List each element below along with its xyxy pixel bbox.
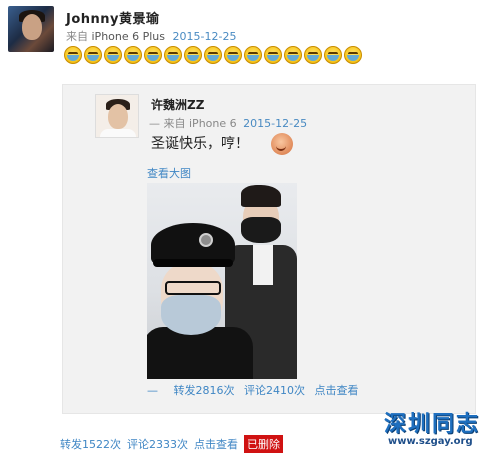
photo-cap-brim	[153, 259, 233, 267]
crying-laughing-emoji-icon	[264, 46, 282, 64]
crying-laughing-emoji-icon	[64, 46, 82, 64]
repost-via-prefix: — 来自	[149, 117, 186, 130]
reposted-post: 许魏洲ZZ — 来自 iPhone 6 2015-12-25 圣诞快乐，哼！ 查…	[62, 84, 476, 414]
post-date-link[interactable]: 2015-12-25	[173, 30, 237, 43]
photo-glasses	[165, 281, 221, 295]
avatar-face	[22, 14, 42, 40]
post-username[interactable]: Johnny黄景瑜	[66, 8, 160, 27]
comment-link[interactable]: 评论2333次	[127, 436, 188, 452]
photo-collar	[253, 245, 273, 285]
repost-forward-link[interactable]: 转发2816次	[174, 384, 235, 397]
photo-blue-mask	[161, 295, 221, 335]
repost-avatar-shirt	[100, 129, 136, 137]
crying-laughing-emoji-icon	[244, 46, 262, 64]
photo-person-left	[147, 223, 253, 379]
crying-laughing-emoji-icon	[144, 46, 162, 64]
crying-laughing-emoji-icon	[104, 46, 122, 64]
view-large-image-link[interactable]: 查看大图	[147, 165, 191, 181]
deleted-badge: 已删除	[244, 435, 283, 453]
crying-laughing-emoji-icon	[124, 46, 142, 64]
crying-laughing-emoji-icon	[84, 46, 102, 64]
repost-avatar-face	[108, 104, 128, 129]
crying-laughing-emoji-icon	[164, 46, 182, 64]
photo-hair	[241, 185, 281, 207]
site-watermark: 深圳同志 www.szgay.org	[384, 406, 484, 447]
repost-avatar[interactable]	[95, 94, 139, 138]
post-meta: 来自 iPhone 6 Plus 2015-12-25	[66, 28, 236, 44]
crying-laughing-emoji-icon	[324, 46, 342, 64]
repost-actions-dash: —	[147, 384, 158, 397]
photo-cap-badge	[199, 233, 213, 247]
repost-text: 圣诞快乐，哼！	[151, 136, 249, 152]
post-actions: 转发1522次 评论2333次 点击查看 已删除	[60, 435, 289, 453]
repost-date-link[interactable]: 2015-12-25	[243, 117, 307, 130]
repost-meta: — 来自 iPhone 6 2015-12-25	[149, 115, 307, 131]
pouting-sticker-icon	[271, 133, 293, 155]
view-link[interactable]: 点击查看	[194, 436, 238, 452]
repost-comment-link[interactable]: 评论2410次	[244, 384, 305, 397]
crying-laughing-emoji-icon	[344, 46, 362, 64]
forward-link[interactable]: 转发1522次	[60, 436, 121, 452]
repost-view-link[interactable]: 点击查看	[315, 384, 359, 397]
repost-photo[interactable]	[147, 183, 297, 379]
photo-coat	[147, 327, 253, 379]
emoji-row	[64, 46, 362, 64]
crying-laughing-emoji-icon	[204, 46, 222, 64]
user-avatar[interactable]	[8, 6, 54, 52]
watermark-url: www.szgay.org	[388, 436, 473, 447]
repost-username[interactable]: 许魏洲ZZ	[151, 96, 204, 113]
crying-laughing-emoji-icon	[184, 46, 202, 64]
watermark-title: 深圳同志	[384, 411, 481, 437]
post-via-device: iPhone 6 Plus	[91, 30, 166, 43]
crying-laughing-emoji-icon	[224, 46, 242, 64]
crying-laughing-emoji-icon	[304, 46, 322, 64]
repost-actions: — 转发2816次 评论2410次 点击查看	[147, 382, 365, 398]
repost-via-device: iPhone 6	[189, 117, 237, 130]
post-via-prefix: 来自	[66, 30, 88, 43]
crying-laughing-emoji-icon	[284, 46, 302, 64]
